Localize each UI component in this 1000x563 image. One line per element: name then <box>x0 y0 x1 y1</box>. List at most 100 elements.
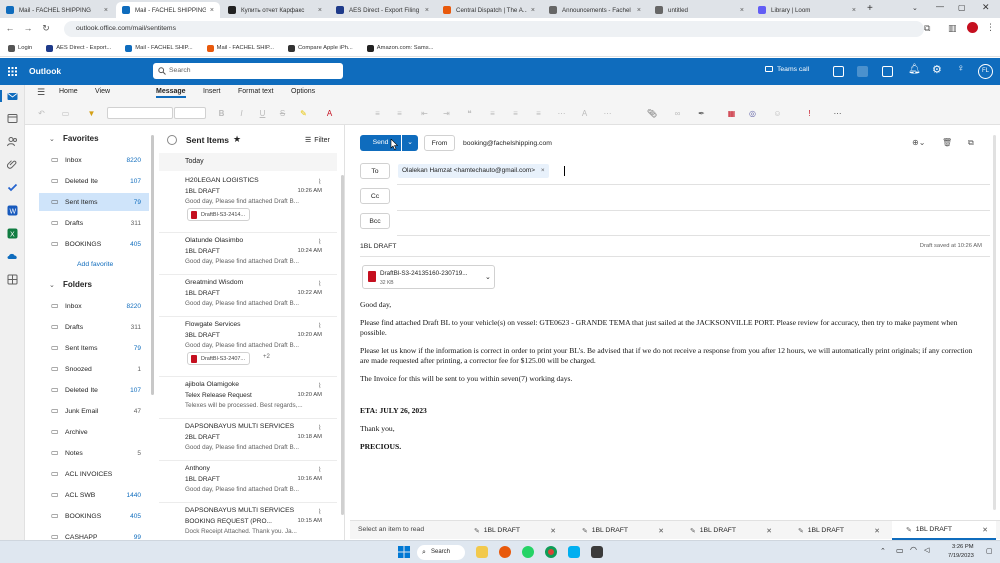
indent-decrease-icon[interactable]: ⇤ <box>420 109 429 118</box>
numbering-icon[interactable]: ≡ <box>395 109 404 118</box>
sticky-notes-icon[interactable] <box>591 546 603 558</box>
onedrive-icon[interactable] <box>7 251 18 262</box>
close-icon[interactable]: ✕ <box>982 526 988 534</box>
font-size-select[interactable] <box>174 107 206 119</box>
taskbar-search[interactable]: ⌕ Search <box>417 545 465 560</box>
message-list-item[interactable]: Greatmind Wisdom 1BL DRAFT 10:22 AM Good da… <box>159 275 337 317</box>
clear-format-icon[interactable]: A <box>580 109 589 118</box>
todo-icon[interactable] <box>7 182 18 193</box>
more-format-icon[interactable]: ⋯ <box>603 109 612 118</box>
maximize-button[interactable]: ▢ <box>958 3 966 12</box>
compose-scrollbar[interactable] <box>993 135 996 510</box>
toolbar-more-icon[interactable]: ⋯ <box>833 109 842 118</box>
folder-item[interactable]: ▭ Sent Items 79 <box>39 339 149 357</box>
tab-message[interactable]: Message <box>156 88 186 98</box>
bookmark-item[interactable]: Login <box>8 44 32 52</box>
tab-close-icon[interactable]: × <box>852 7 856 14</box>
new-tab-button[interactable]: + <box>867 3 873 14</box>
attach-file-icon[interactable]: 📎︎ <box>647 109 657 118</box>
chevron-down-icon[interactable]: ⌄ <box>485 273 491 281</box>
taskbar-date[interactable]: 7/19/2023 <box>948 553 974 559</box>
font-family-select[interactable] <box>107 107 173 119</box>
highlight-icon[interactable]: ✎ <box>299 109 308 118</box>
folder-item[interactable]: ▭ ACL INVOICES <box>39 465 149 483</box>
signature-icon[interactable]: ✒ <box>697 109 706 118</box>
favorite-star-icon[interactable]: ★ <box>233 134 241 145</box>
windows-start-icon[interactable] <box>398 546 410 558</box>
wifi-icon[interactable]: ◠ <box>910 545 917 554</box>
folder-item[interactable]: ▭ Junk Email 47 <box>39 402 149 420</box>
table-icon[interactable]: ▦ <box>727 109 736 118</box>
bullets-icon[interactable]: ≡ <box>373 109 382 118</box>
recipient-chip[interactable]: Olalekan Hamzat <hamtechauto@gmail.com> … <box>398 164 549 178</box>
forward-icon[interactable]: → <box>20 23 36 33</box>
loop-icon[interactable]: ◎ <box>748 109 757 118</box>
compose-tab[interactable]: ✎ 1BL DRAFT ✕ <box>892 521 996 540</box>
tray-chevron-icon[interactable]: ⌃ <box>880 547 886 555</box>
message-body[interactable]: Good day, Please find attached Draft BL … <box>360 300 980 460</box>
from-button[interactable]: From <box>424 135 455 151</box>
message-list-item[interactable]: Anthony 1BL DRAFT 10:16 AM Good day, Please… <box>159 461 337 503</box>
chat-icon[interactable] <box>833 66 844 77</box>
format-painter-icon[interactable]: ▼ <box>87 109 96 118</box>
account-avatar[interactable]: FL <box>978 64 993 79</box>
remove-recipient-icon[interactable]: × <box>541 167 545 174</box>
mail-icon[interactable] <box>7 91 18 102</box>
hamburger-icon[interactable]: ☰ <box>37 87 45 98</box>
bell-icon[interactable]: 🔔︎ <box>908 64 921 75</box>
folders-header[interactable]: Folders <box>63 280 92 289</box>
browser-tab[interactable]: Mail - FACHEL SHIPPING × <box>0 2 114 18</box>
discard-icon[interactable]: 🗑︎ <box>942 138 952 147</box>
compose-tab[interactable]: ✎ 1BL DRAFT ✕ <box>784 521 888 540</box>
send-options-dropdown[interactable]: ⌄ <box>402 135 418 151</box>
search-input[interactable]: Search <box>153 63 343 79</box>
attachment-chip[interactable]: DraftBl-S3-2414... <box>187 208 251 221</box>
app-launcher-icon[interactable] <box>8 67 17 76</box>
close-icon[interactable]: ✕ <box>658 527 664 535</box>
message-list-item[interactable]: ajibola Olamigoke Telex Release Request 10… <box>159 377 337 419</box>
tab-home[interactable]: Home <box>59 88 78 95</box>
indent-increase-icon[interactable]: ⇥ <box>442 109 451 118</box>
chrome-icon[interactable] <box>545 546 557 558</box>
attach-rail-icon[interactable] <box>7 159 18 170</box>
attachment-card[interactable]: DraftBl-S3-24135160-230719... 32 KB ⌄ <box>362 265 495 289</box>
align-right-icon[interactable]: ≡ <box>534 109 543 118</box>
align-left-icon[interactable]: ≡ <box>488 109 497 118</box>
lightbulb-icon[interactable]: ♀ <box>957 63 965 74</box>
url-field[interactable]: outlook.office.com/mail/sentitems <box>64 21 924 37</box>
quote-icon[interactable]: ❝ <box>465 109 474 118</box>
font-color-icon[interactable]: A <box>325 109 334 118</box>
italic-icon[interactable]: I <box>237 109 246 118</box>
browser-tab[interactable]: Announcements - Fachel × <box>543 2 647 18</box>
chevron-down-icon[interactable]: ⌄ <box>49 281 55 289</box>
add-favorite-link[interactable]: Add favorite <box>77 261 113 268</box>
bookmark-item[interactable]: Compare Apple iPh... <box>287 44 353 52</box>
folder-item[interactable]: ▭ BOOKINGS 405 <box>39 507 149 525</box>
to-button[interactable]: To <box>360 163 390 179</box>
apps-icon[interactable] <box>7 274 18 285</box>
bookmark-item[interactable]: Amazon.com: Sams... <box>366 44 433 52</box>
bookmark-item[interactable]: Mail - FACHEL SHIP... <box>206 44 274 52</box>
message-list-item[interactable]: Flowgate Services 3BL DRAFT 10:20 AM Good d… <box>159 317 337 377</box>
minimize-button[interactable]: — <box>936 2 944 11</box>
emoji-icon[interactable]: ☺ <box>773 109 782 118</box>
link-icon[interactable]: ∞ <box>673 109 682 118</box>
folder-item[interactable]: ▭ Archive <box>39 423 149 441</box>
folder-item[interactable]: ▭ Snoozed 1 <box>39 360 149 378</box>
compose-tab[interactable]: ✎ 1BL DRAFT ✕ <box>676 521 780 540</box>
select-all-checkbox[interactable] <box>167 135 177 145</box>
link-format-icon[interactable]: ⋯ <box>557 109 566 118</box>
zoom-icon[interactable]: ⊕⌄ <box>912 138 925 147</box>
calendar-rail-icon[interactable] <box>7 113 18 124</box>
back-icon[interactable]: ← <box>2 23 18 33</box>
compose-tab[interactable]: ✎ 1BL DRAFT ✕ <box>460 521 564 540</box>
folder-item[interactable]: ▭ Inbox 8220 <box>39 151 149 169</box>
folder-item[interactable]: ▭ Drafts 311 <box>39 318 149 336</box>
sidebar-icon[interactable]: ▥ <box>948 23 957 34</box>
tab-insert[interactable]: Insert <box>203 88 221 95</box>
settings-gear-icon[interactable]: ⚙ <box>932 63 942 76</box>
calendar-icon[interactable] <box>882 66 893 77</box>
tab-close-icon[interactable]: × <box>210 7 214 14</box>
network-icon[interactable]: ▭ <box>896 546 904 555</box>
close-window-button[interactable]: ✕ <box>982 2 990 13</box>
